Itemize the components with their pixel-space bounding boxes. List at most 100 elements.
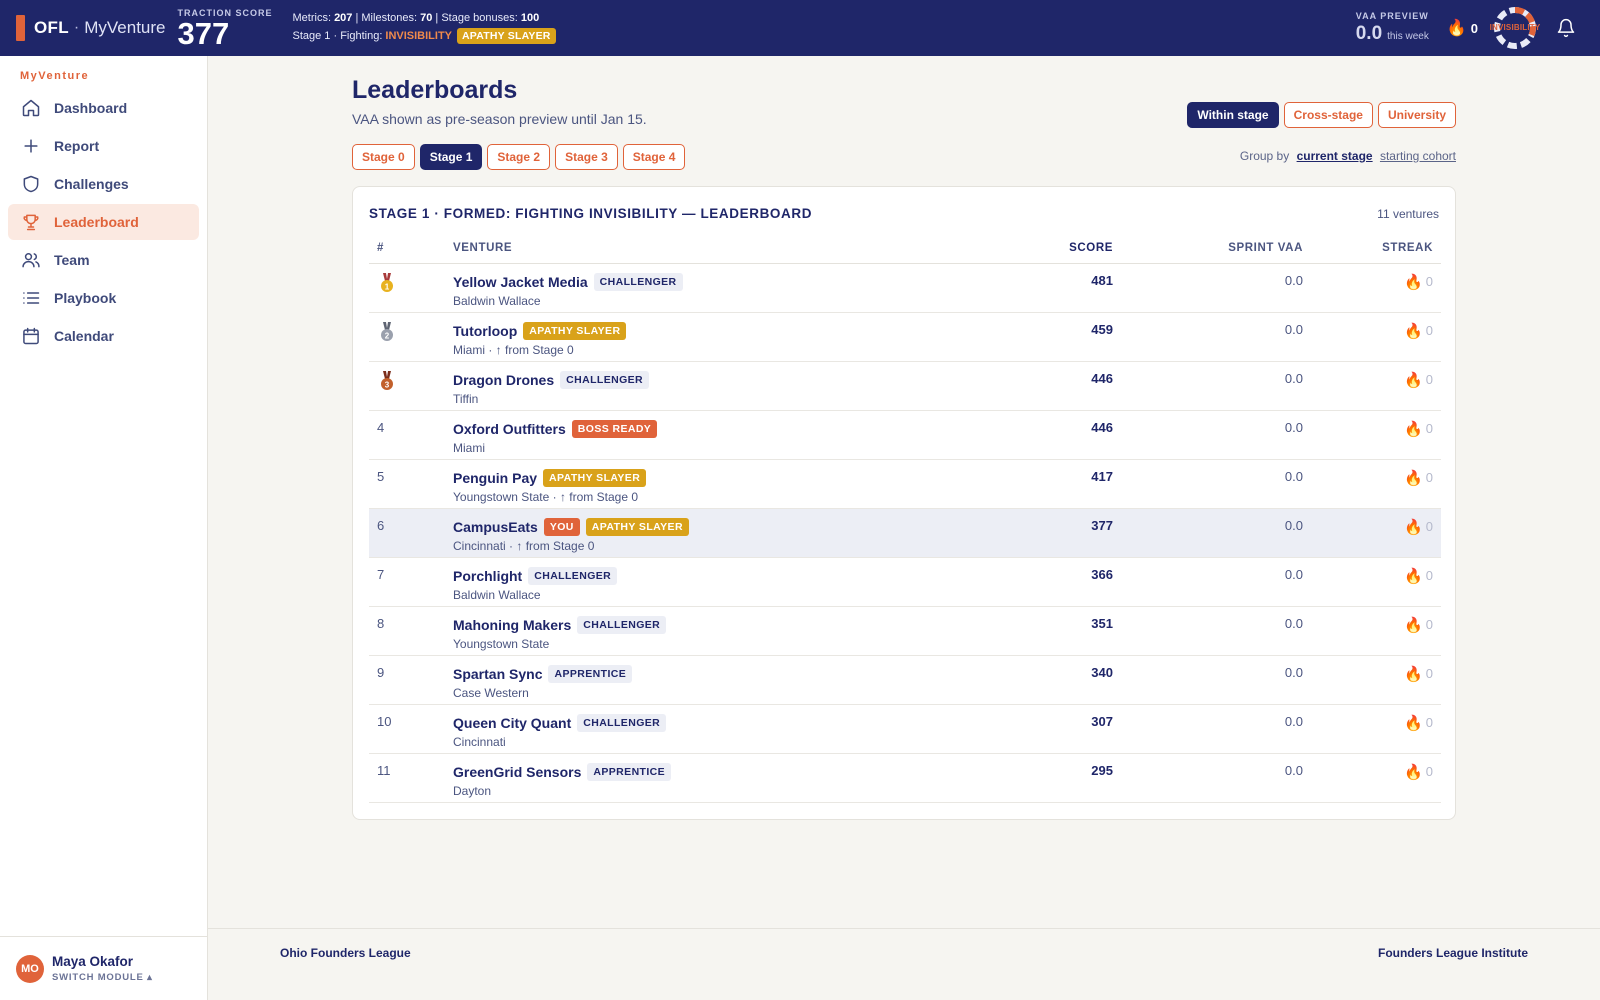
venture-name[interactable]: Queen City Quant [453,715,571,731]
table-row[interactable]: 2 Tutorloop APATHY SLAYER Miami · ↑ from … [369,312,1441,362]
leaderboard-title: STAGE 1 · FORMED: FIGHTING INVISIBILITY … [369,206,813,221]
table-row[interactable]: 6 CampusEats YOU APATHY SLAYER Cincinnati … [369,508,1441,558]
venture-line: Dragon Drones CHALLENGER [453,370,973,389]
flame-icon: 🔥 [1404,567,1423,585]
streak-counter: 🔥 0 [1447,18,1478,38]
table-row[interactable]: 10 Queen City Quant CHALLENGER Cincinnati… [369,704,1441,754]
sidebar-item-calendar[interactable]: Calendar [8,318,199,354]
bronze-medal-icon: 3 [380,370,394,391]
footer-org[interactable]: Ohio Founders League [280,946,411,960]
venture-name[interactable]: Spartan Sync [453,666,542,682]
table-row[interactable]: 4 Oxford Outfitters BOSS READY Miami 446 … [369,410,1441,460]
tab-stage-1[interactable]: Stage 1 [419,144,483,170]
table-header: # VENTURE SCORE SPRINT VAA STREAK [369,233,1441,264]
streak-value: 0 [1425,372,1433,387]
traction-score: TRACTION SCORE 377 [178,8,273,49]
tab-stage-4[interactable]: Stage 4 [622,144,686,170]
table-row[interactable]: 7 Porchlight CHALLENGER Baldwin Wallace 3… [369,557,1441,607]
brand[interactable]: OFL · MyVenture [16,0,166,56]
group-by-current-stage[interactable]: current stage [1297,149,1373,163]
column-sprint-vaa[interactable]: SPRINT VAA [1113,233,1303,264]
switch-module-link[interactable]: SWITCH MODULE ▴ [52,972,153,983]
brand-mark [16,15,25,41]
venture-name[interactable]: Yellow Jacket Media [453,274,588,290]
venture-name[interactable]: Penguin Pay [453,470,537,486]
tab-stage-2[interactable]: Stage 2 [487,144,551,170]
page-title: Leaderboards [352,76,518,104]
venture-name[interactable]: GreenGrid Sensors [453,764,581,780]
sidebar-item-dashboard[interactable]: Dashboard [8,90,199,126]
venture-university: Miami · ↑ from Stage 0 [453,342,574,357]
main-content: Leaderboards VAA shown as pre-season pre… [208,56,1600,1000]
venture-university: Case Western [453,685,529,700]
venture-count: 11 ventures [1377,207,1439,221]
tag-boss: BOSS READY [571,419,658,438]
streak: 🔥 0 [1404,665,1433,683]
gold-medal-icon: 1 [380,272,394,293]
venture-cell: GreenGrid Sensors APPRENTICE Dayton [453,753,973,803]
tab-stage-3[interactable]: Stage 3 [555,144,618,170]
sidebar-item-report[interactable]: Report [8,128,199,164]
tab-stage-0[interactable]: Stage 0 [352,144,415,170]
venture-name[interactable]: Porchlight [453,568,522,584]
venture-name[interactable]: Tutorloop [453,323,517,339]
venture-university: Baldwin Wallace [453,293,541,308]
sprint-vaa-cell: 0.0 [1113,312,1303,362]
medal-rank: 2 [385,331,390,340]
tag-apprentice: APPRENTICE [587,762,672,781]
bonuses-value: 100 [520,12,540,24]
user-switcher[interactable]: MO Maya Okafor SWITCH MODULE ▴ [0,936,207,1000]
streak-cell: 🔥 0 [1303,508,1441,558]
venture-cell: Mahoning Makers CHALLENGER Youngstown Sta… [453,606,973,656]
module-name: MyVenture [84,18,166,37]
bell-icon[interactable] [1556,18,1576,38]
stage-line: Stage 1 · Fighting: [292,30,383,42]
table-row[interactable]: 1 Yellow Jacket Media CHALLENGER Baldwin … [369,263,1441,313]
column-streak[interactable]: STREAK [1303,233,1441,264]
table-row[interactable]: 8 Mahoning Makers CHALLENGER Youngstown S… [369,606,1441,656]
vaa-preview: VAA PREVIEW 0.0 this week [1356,11,1429,45]
boss-progress-ring[interactable]: INVISIBILITY [1490,5,1540,51]
tag-challenger: CHALLENGER [593,272,683,291]
venture-name[interactable]: Dragon Drones [453,372,554,388]
view-university[interactable]: University [1377,102,1456,128]
sidebar-item-playbook[interactable]: Playbook [8,280,199,316]
sprint-vaa-cell: 0.0 [1113,606,1303,656]
venture-name[interactable]: Mahoning Makers [453,617,571,633]
group-by-starting-cohort[interactable]: starting cohort [1380,149,1456,163]
sprint-vaa-cell: 0.0 [1113,361,1303,411]
table-row[interactable]: 11 GreenGrid Sensors APPRENTICE Dayton 29… [369,753,1441,803]
sidebar-item-team[interactable]: Team [8,242,199,278]
column-score[interactable]: SCORE [973,233,1113,264]
score-breakdown: Metrics: 207 | Milestones: 70 | Stage bo… [293,12,556,44]
view-within-stage[interactable]: Within stage [1187,102,1279,128]
tag-challenger: CHALLENGER [577,615,667,634]
milestones-value: 70 [420,12,433,24]
streak-cell: 🔥 0 [1303,459,1441,509]
venture-line: Penguin Pay APATHY SLAYER [453,468,973,487]
score-cell: 459 [973,312,1113,362]
flame-icon: 🔥 [1404,371,1423,389]
venture-name[interactable]: Oxford Outfitters [453,421,566,437]
top-bar: OFL · MyVenture TRACTION SCORE 377 Metri… [0,0,1600,56]
table-row[interactable]: 3 Dragon Drones CHALLENGER Tiffin 446 0.0… [369,361,1441,411]
score-cell: 307 [973,704,1113,754]
venture-cell: CampusEats YOU APATHY SLAYER Cincinnati · … [453,508,973,558]
venture-cell: Oxford Outfitters BOSS READY Miami [453,410,973,460]
sprint-vaa-cell: 0.0 [1113,508,1303,558]
plus-icon [24,139,38,153]
venture-university: Youngstown State [453,636,550,651]
medal-rank: 3 [385,380,390,389]
view-cross-stage[interactable]: Cross-stage [1283,102,1373,128]
table-row[interactable]: 9 Spartan Sync APPRENTICE Case Western 34… [369,655,1441,705]
footer-institute[interactable]: Founders League Institute [1378,946,1528,960]
table-row[interactable]: 5 Penguin Pay APATHY SLAYER Youngstown St… [369,459,1441,509]
venture-university: Youngstown State · ↑ from Stage 0 [453,489,638,504]
venture-line: Yellow Jacket Media CHALLENGER [453,272,973,291]
sidebar-item-challenges[interactable]: Challenges [8,166,199,202]
sidebar-item-leaderboard[interactable]: Leaderboard [8,204,199,240]
venture-name[interactable]: CampusEats [453,519,538,535]
sidebar-item-label: Challenges [54,176,129,192]
brand-separator: · [73,19,80,36]
silver-medal-icon: 2 [380,321,394,342]
